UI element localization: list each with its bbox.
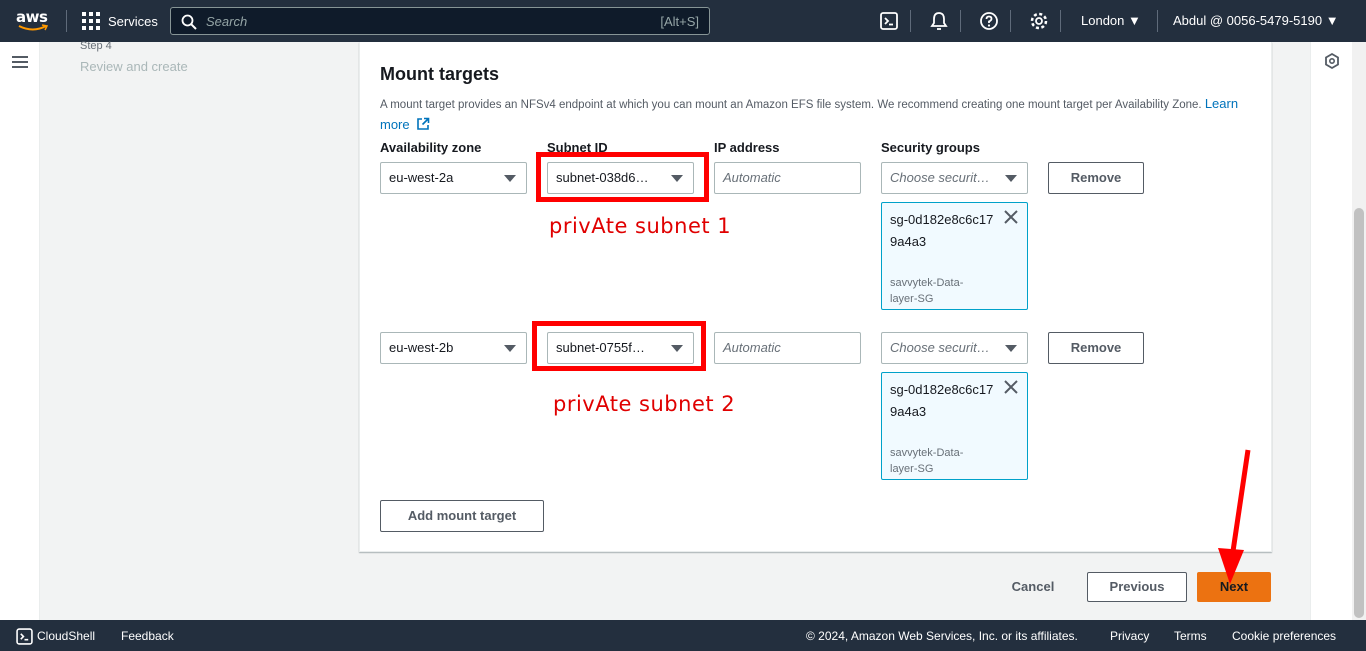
info-panel-icon[interactable] bbox=[1323, 52, 1341, 70]
section-title: Mount targets bbox=[380, 64, 499, 84]
nav-divider bbox=[910, 10, 911, 32]
close-icon[interactable] bbox=[1004, 380, 1018, 394]
column-header-sg: Security groups bbox=[881, 140, 980, 155]
annotation-text-row2: privAte subnet 2 bbox=[553, 392, 736, 416]
sg-placeholder: Choose securit… bbox=[890, 340, 990, 355]
nav-divider bbox=[1010, 10, 1011, 32]
security-group-token-row1: sg-0d182e8c6c179a4a3 savvytek-Data-layer… bbox=[881, 202, 1028, 310]
caret-down-icon bbox=[504, 175, 516, 182]
smile-icon bbox=[18, 24, 48, 31]
left-sidebar bbox=[0, 42, 40, 620]
close-icon[interactable] bbox=[1004, 210, 1018, 224]
subnet-select-row1[interactable]: subnet-038d6… bbox=[547, 162, 694, 194]
account-label: Abdul @ 0056-5479-5190 bbox=[1173, 13, 1323, 28]
sg-token-id: sg-0d182e8c6c179a4a3 bbox=[890, 382, 994, 419]
annotation-text-row1: privAte subnet 1 bbox=[549, 214, 732, 238]
right-utility-bar bbox=[1310, 42, 1352, 620]
security-group-token-row2: sg-0d182e8c6c179a4a3 savvytek-Data-layer… bbox=[881, 372, 1028, 480]
bell-icon[interactable] bbox=[929, 11, 949, 31]
caret-down-icon bbox=[504, 345, 516, 352]
privacy-link[interactable]: Privacy bbox=[1110, 629, 1149, 643]
page-scrollbar[interactable] bbox=[1352, 42, 1366, 620]
cloudshell-link[interactable]: CloudShell bbox=[37, 629, 95, 643]
step-link-review-and-create[interactable]: Review and create bbox=[80, 59, 188, 74]
scrollbar-thumb[interactable] bbox=[1354, 208, 1364, 618]
services-menu-button[interactable]: Services bbox=[82, 11, 158, 31]
az-value: eu-west-2a bbox=[389, 170, 454, 185]
top-navigation: aws Services Search [Alt+S] London ▼ Abd… bbox=[0, 0, 1366, 42]
cookie-preferences-link[interactable]: Cookie preferences bbox=[1232, 629, 1336, 643]
copyright-text: © 2024, Amazon Web Services, Inc. or its… bbox=[806, 629, 1078, 643]
search-input[interactable]: Search [Alt+S] bbox=[170, 7, 710, 35]
search-shortcut: [Alt+S] bbox=[660, 14, 699, 29]
caret-down-icon bbox=[1005, 175, 1017, 182]
search-icon bbox=[181, 14, 197, 30]
annotation-arrow-icon bbox=[1218, 449, 1251, 584]
ip-placeholder: Automatic bbox=[723, 340, 781, 355]
step-label: Step 4 bbox=[80, 40, 112, 52]
region-label: London bbox=[1081, 13, 1125, 28]
column-header-ip: IP address bbox=[714, 140, 780, 155]
terms-link[interactable]: Terms bbox=[1174, 629, 1207, 643]
sg-placeholder: Choose securit… bbox=[890, 170, 990, 185]
nav-divider bbox=[1060, 10, 1061, 32]
search-placeholder: Search bbox=[206, 14, 248, 29]
nav-divider bbox=[1157, 10, 1158, 32]
remove-button-row1[interactable]: Remove bbox=[1048, 162, 1144, 194]
az-value: eu-west-2b bbox=[389, 340, 454, 355]
caret-down-icon bbox=[671, 175, 683, 182]
cloudshell-icon[interactable] bbox=[879, 11, 899, 31]
az-select-row2[interactable]: eu-west-2b bbox=[380, 332, 527, 364]
aws-logo[interactable]: aws bbox=[16, 8, 52, 34]
external-link-icon bbox=[417, 117, 430, 130]
az-select-row1[interactable]: eu-west-2a bbox=[380, 162, 527, 194]
sg-token-name: savvytek-Data-layer-SG bbox=[890, 277, 964, 305]
feedback-link[interactable]: Feedback bbox=[121, 629, 174, 643]
nav-divider bbox=[66, 10, 67, 32]
subnet-select-row2[interactable]: subnet-0755f… bbox=[547, 332, 694, 364]
caret-down-icon bbox=[1005, 345, 1017, 352]
sg-token-name: savvytek-Data-layer-SG bbox=[890, 447, 964, 475]
section-description: A mount target provides an NFSv4 endpoin… bbox=[380, 94, 1240, 136]
column-header-az: Availability zone bbox=[380, 140, 482, 155]
description-text: A mount target provides an NFSv4 endpoin… bbox=[380, 99, 1202, 111]
help-icon[interactable] bbox=[979, 11, 999, 31]
gear-icon[interactable] bbox=[1029, 11, 1049, 31]
previous-button[interactable]: Previous bbox=[1087, 572, 1187, 602]
cancel-button[interactable]: Cancel bbox=[1000, 572, 1066, 602]
hamburger-menu-icon[interactable] bbox=[12, 56, 28, 68]
console-footer: CloudShell Feedback © 2024, Amazon Web S… bbox=[0, 620, 1366, 651]
ip-address-input-row2[interactable]: Automatic bbox=[714, 332, 861, 364]
security-group-select-row2[interactable]: Choose securit… bbox=[881, 332, 1028, 364]
caret-down-icon bbox=[671, 345, 683, 352]
caret-down-icon: ▼ bbox=[1325, 13, 1339, 28]
ip-placeholder: Automatic bbox=[723, 170, 781, 185]
region-selector[interactable]: London ▼ bbox=[1081, 13, 1141, 28]
add-mount-target-button[interactable]: Add mount target bbox=[380, 500, 544, 532]
ip-address-input-row1[interactable]: Automatic bbox=[714, 162, 861, 194]
sg-token-id: sg-0d182e8c6c179a4a3 bbox=[890, 212, 994, 249]
grid-icon bbox=[82, 12, 100, 30]
cloudshell-icon[interactable] bbox=[16, 628, 33, 645]
subnet-value: subnet-0755f… bbox=[556, 340, 645, 355]
services-label: Services bbox=[108, 13, 158, 29]
nav-divider bbox=[960, 10, 961, 32]
remove-button-row2[interactable]: Remove bbox=[1048, 332, 1144, 364]
subnet-value: subnet-038d6… bbox=[556, 170, 649, 185]
caret-down-icon: ▼ bbox=[1128, 13, 1141, 28]
account-menu[interactable]: Abdul @ 0056-5479-5190 ▼ bbox=[1173, 13, 1339, 28]
security-group-select-row1[interactable]: Choose securit… bbox=[881, 162, 1028, 194]
